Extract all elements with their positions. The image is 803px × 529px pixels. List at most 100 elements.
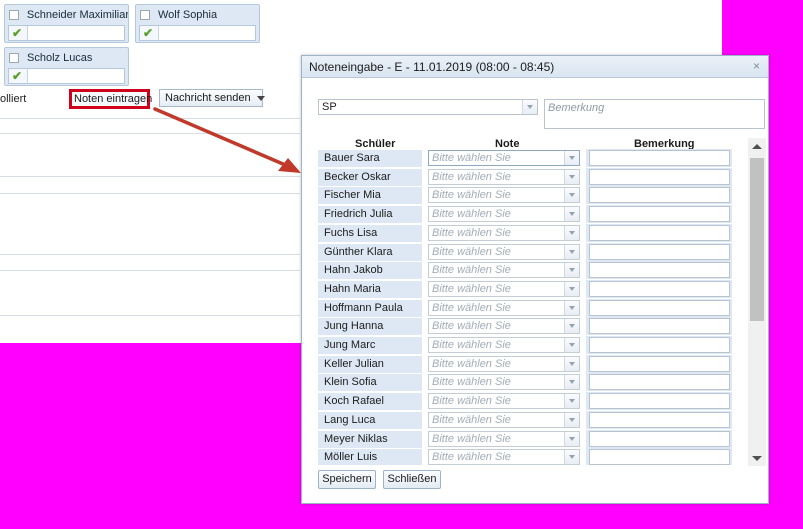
- student-card[interactable]: Scholz Lucas ✔: [4, 47, 129, 86]
- nachricht-senden-label: Nachricht senden: [165, 92, 251, 104]
- table-row: Lang Luca Bitte wählen Sie: [318, 410, 748, 429]
- note-select[interactable]: Bitte wählen Sie: [428, 299, 580, 316]
- chevron-down-icon: [256, 95, 265, 101]
- remark-input[interactable]: [589, 243, 730, 260]
- chevron-down-icon[interactable]: [564, 263, 579, 278]
- chevron-down-icon[interactable]: [564, 207, 579, 222]
- chevron-down-icon[interactable]: [564, 394, 579, 409]
- table-row: Bauer Sara Bitte wählen Sie: [318, 149, 748, 167]
- checkbox[interactable]: [9, 9, 19, 20]
- chevron-down-icon[interactable]: [564, 300, 579, 315]
- note-select[interactable]: Bitte wählen Sie: [428, 318, 580, 335]
- student-name-cell: Hahn Maria: [318, 280, 422, 298]
- remark-input[interactable]: [589, 262, 730, 279]
- grade-input[interactable]: [27, 26, 124, 40]
- dialog-title: Noteneingabe - E - 11.01.2019 (08:00 - 0…: [309, 60, 555, 74]
- grade-input[interactable]: [158, 26, 255, 40]
- chevron-down-icon[interactable]: [564, 356, 579, 371]
- student-name-cell: Günther Klara: [318, 243, 422, 261]
- speichern-button[interactable]: Speichern: [318, 470, 376, 489]
- scroll-down-icon[interactable]: [752, 456, 762, 461]
- chevron-down-icon[interactable]: [564, 412, 579, 427]
- note-select[interactable]: Bitte wählen Sie: [428, 355, 580, 372]
- bemerkung-textarea[interactable]: Bemerkung: [544, 99, 765, 129]
- note-select[interactable]: Bitte wählen Sie: [428, 411, 580, 428]
- remark-input[interactable]: [589, 318, 730, 335]
- remark-input[interactable]: [589, 337, 730, 353]
- subject-value: SP: [322, 101, 337, 113]
- note-select[interactable]: Bitte wählen Sie: [428, 337, 580, 353]
- note-placeholder: Bitte wählen Sie: [432, 357, 511, 370]
- chevron-down-icon[interactable]: [564, 225, 579, 240]
- scroll-up-icon[interactable]: [752, 144, 762, 149]
- note-select[interactable]: Bitte wählen Sie: [428, 187, 580, 204]
- chevron-down-icon[interactable]: [564, 188, 579, 203]
- schliessen-button[interactable]: Schließen: [383, 470, 441, 489]
- subject-select[interactable]: SP: [318, 99, 538, 115]
- note-select[interactable]: Bitte wählen Sie: [428, 393, 580, 410]
- remark-input[interactable]: [589, 393, 730, 410]
- note-select[interactable]: Bitte wählen Sie: [428, 374, 580, 391]
- close-icon[interactable]: ×: [753, 59, 760, 73]
- checkbox[interactable]: [9, 52, 19, 63]
- grades-grid[interactable]: Bauer Sara Bitte wählen Sie Becker Oskar Bi…: [318, 149, 768, 465]
- note-placeholder: Bitte wählen Sie: [432, 245, 511, 258]
- note-select[interactable]: Bitte wählen Sie: [428, 150, 580, 166]
- note-select[interactable]: Bitte wählen Sie: [428, 449, 580, 465]
- remark-input[interactable]: [589, 206, 730, 223]
- chevron-down-icon[interactable]: [564, 319, 579, 334]
- note-select[interactable]: Bitte wählen Sie: [428, 280, 580, 297]
- student-name-cell: Hoffmann Paula: [318, 299, 422, 317]
- checkbox[interactable]: [140, 9, 150, 20]
- grade-input[interactable]: [27, 69, 124, 83]
- student-card[interactable]: Wolf Sophia ✔: [135, 4, 260, 43]
- chevron-down-icon[interactable]: [564, 375, 579, 390]
- noten-eintragen-button[interactable]: Noten eintragen: [69, 89, 152, 109]
- student-name-cell: Becker Oskar: [318, 168, 422, 186]
- student-name-cell: Hahn Jakob: [318, 262, 422, 280]
- remark-input[interactable]: [589, 150, 730, 166]
- table-row: Hahn Jakob Bitte wählen Sie: [318, 261, 748, 280]
- remark-input[interactable]: [589, 355, 730, 372]
- grid-scrollbar[interactable]: [748, 138, 766, 466]
- remark-input[interactable]: [589, 430, 730, 447]
- student-card[interactable]: Schneider Maximiliar ✔: [4, 4, 129, 43]
- remark-input[interactable]: [589, 224, 730, 241]
- note-placeholder: Bitte wählen Sie: [432, 413, 511, 426]
- chevron-down-icon[interactable]: [564, 169, 579, 184]
- note-select[interactable]: Bitte wählen Sie: [428, 224, 580, 241]
- chevron-down-icon[interactable]: [564, 151, 579, 165]
- divider: [0, 254, 300, 255]
- remark-input[interactable]: [589, 280, 730, 297]
- chevron-down-icon[interactable]: [522, 100, 537, 114]
- student-name-cell: Friedrich Julia: [318, 206, 422, 224]
- scroll-thumb[interactable]: [750, 158, 764, 321]
- remark-input[interactable]: [589, 449, 730, 465]
- student-name: Wolf Sophia: [158, 8, 218, 21]
- remark-input[interactable]: [589, 374, 730, 391]
- student-name-cell: Koch Rafael: [318, 393, 422, 411]
- note-select[interactable]: Bitte wählen Sie: [428, 262, 580, 279]
- note-select[interactable]: Bitte wählen Sie: [428, 243, 580, 260]
- annotation-arrow: [153, 107, 301, 173]
- chevron-down-icon[interactable]: [564, 281, 579, 296]
- note-select[interactable]: Bitte wählen Sie: [428, 430, 580, 447]
- remark-input[interactable]: [589, 299, 730, 316]
- noteneingabe-dialog[interactable]: Noteneingabe - E - 11.01.2019 (08:00 - 0…: [301, 55, 769, 504]
- note-select[interactable]: Bitte wählen Sie: [428, 206, 580, 223]
- dialog-titlebar[interactable]: Noteneingabe - E - 11.01.2019 (08:00 - 0…: [302, 56, 768, 78]
- check-icon: ✔: [12, 26, 23, 40]
- table-row: Friedrich Julia Bitte wählen Sie: [318, 205, 748, 224]
- student-name-cell: Fuchs Lisa: [318, 224, 422, 242]
- chevron-down-icon[interactable]: [564, 338, 579, 352]
- chevron-down-icon[interactable]: [564, 244, 579, 259]
- remark-input[interactable]: [589, 187, 730, 204]
- note-select[interactable]: Bitte wählen Sie: [428, 168, 580, 185]
- student-name-cell: Lang Luca: [318, 411, 422, 429]
- remark-input[interactable]: [589, 411, 730, 428]
- chevron-down-icon[interactable]: [564, 450, 579, 465]
- chevron-down-icon[interactable]: [564, 431, 579, 446]
- remark-input[interactable]: [589, 168, 730, 185]
- note-placeholder: Bitte wählen Sie: [432, 451, 511, 464]
- student-name: Scholz Lucas: [27, 51, 93, 64]
